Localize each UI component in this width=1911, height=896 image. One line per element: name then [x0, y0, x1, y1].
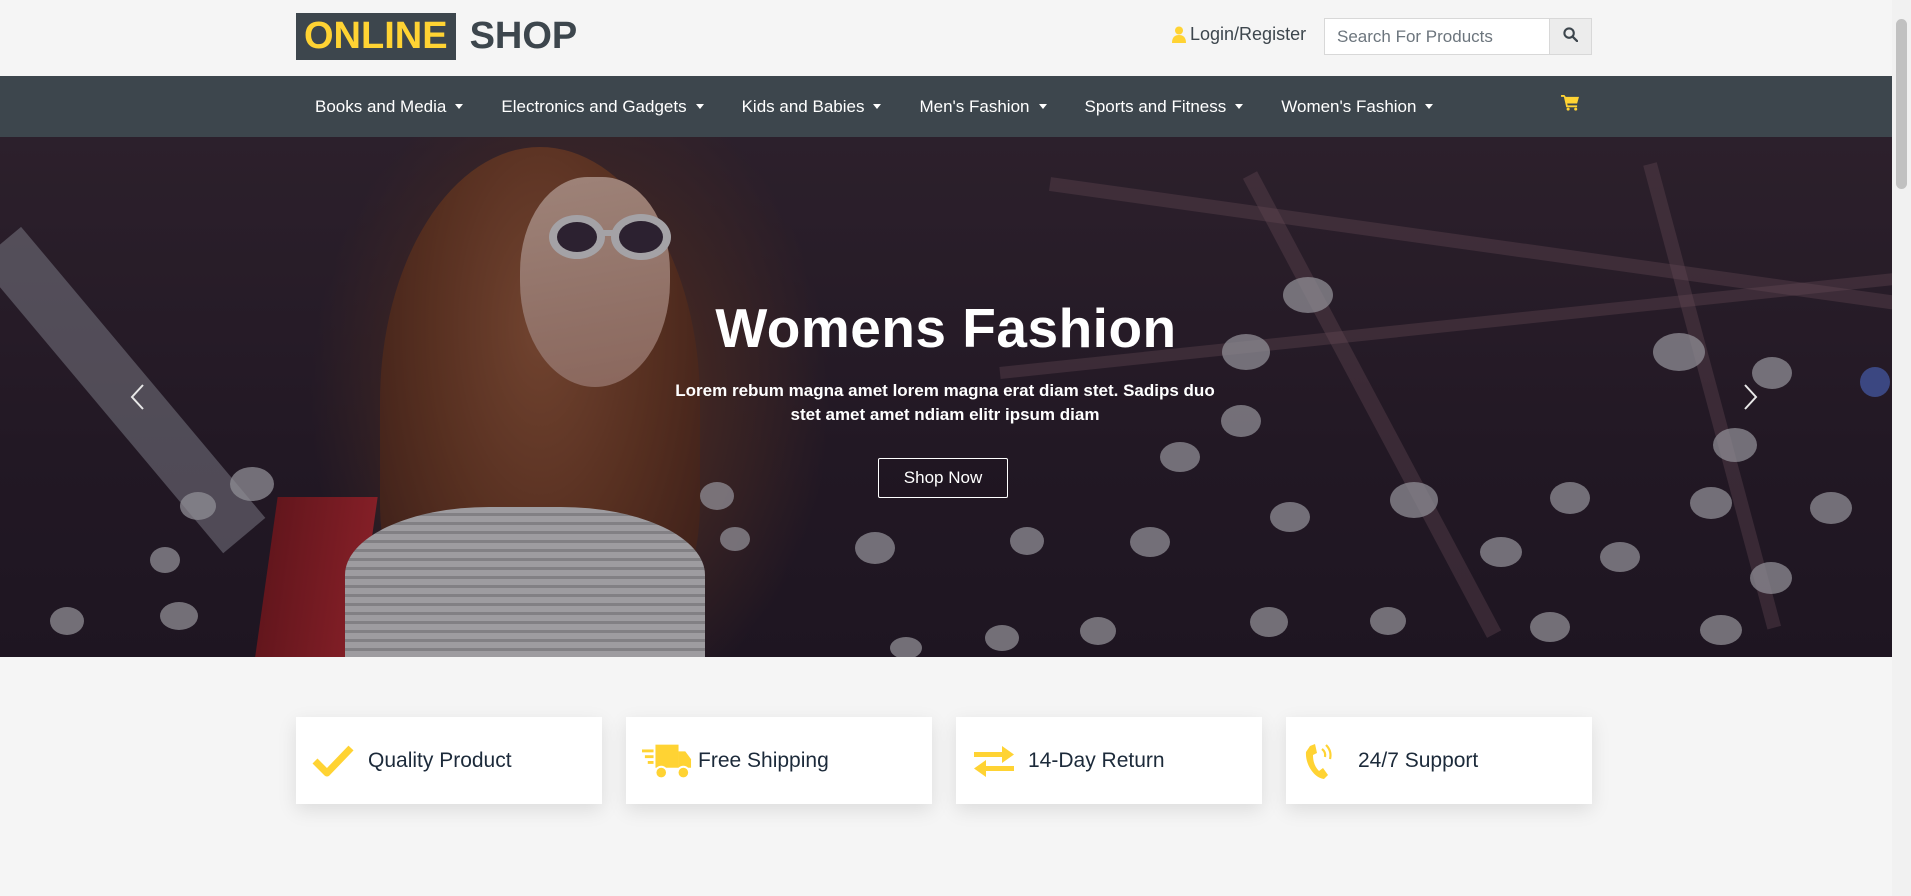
- feature-card-shipping: Free Shipping: [626, 717, 932, 804]
- nav-item-label: Electronics and Gadgets: [501, 96, 687, 116]
- phone-volume-icon: [1302, 740, 1352, 782]
- logo-shop-text: SHOP: [469, 15, 578, 57]
- hero-carousel: Womens Fashion Lorem rebum magna amet lo…: [0, 137, 1892, 657]
- login-register-label: Login/Register: [1190, 24, 1307, 44]
- nav-item-kids-and-babies[interactable]: Kids and Babies: [723, 97, 901, 117]
- shop-now-button[interactable]: Shop Now: [878, 458, 1008, 498]
- caret-down-icon: [455, 104, 464, 109]
- shopping-cart-icon[interactable]: [1561, 94, 1580, 116]
- logo-online-text: ONLINE: [296, 13, 456, 60]
- feature-label: 24/7 Support: [1358, 748, 1479, 772]
- carousel-prev-arrow-icon[interactable]: [123, 377, 153, 417]
- features-row: Quality Product Free Shipping 14-Day Ret…: [296, 717, 1592, 804]
- nav-menu: Books and Media Electronics and Gadgets …: [296, 76, 1452, 137]
- nav-item-sports-and-fitness[interactable]: Sports and Fitness: [1066, 97, 1263, 117]
- search-input[interactable]: [1324, 18, 1550, 55]
- exchange-arrows-icon: [972, 744, 1022, 778]
- page-scrollbar[interactable]: [1892, 0, 1911, 896]
- category-navbar: Books and Media Electronics and Gadgets …: [0, 76, 1892, 137]
- feature-card-return: 14-Day Return: [956, 717, 1262, 804]
- hero-description: Lorem rebum magna amet lorem magna erat …: [675, 381, 1215, 424]
- feature-card-support: 24/7 Support: [1286, 717, 1592, 804]
- check-icon: [312, 744, 362, 778]
- carousel-next-arrow-icon[interactable]: [1735, 377, 1765, 417]
- search-form: [1324, 18, 1592, 55]
- user-icon: [1172, 26, 1186, 43]
- hero-title: Womens Fashion: [715, 297, 1177, 359]
- site-logo[interactable]: ONLINE SHOP: [296, 13, 577, 60]
- nav-item-label: Women's Fashion: [1281, 96, 1417, 116]
- nav-item-womens-fashion[interactable]: Women's Fashion: [1262, 97, 1452, 117]
- nav-item-label: Sports and Fitness: [1084, 96, 1227, 116]
- nav-item-electronics-and-gadgets[interactable]: Electronics and Gadgets: [482, 97, 722, 117]
- feature-label: Free Shipping: [698, 748, 829, 772]
- feature-label: Quality Product: [368, 748, 512, 772]
- nav-item-books-and-media[interactable]: Books and Media: [296, 97, 482, 117]
- scrollbar-thumb[interactable]: [1896, 19, 1907, 189]
- login-register-link[interactable]: Login/Register: [1172, 24, 1306, 45]
- shipping-truck-icon: [642, 741, 692, 781]
- caret-down-icon: [1425, 104, 1434, 109]
- nav-item-mens-fashion[interactable]: Men's Fashion: [900, 97, 1065, 117]
- nav-item-label: Men's Fashion: [919, 96, 1030, 116]
- nav-item-label: Books and Media: [315, 96, 447, 116]
- search-button[interactable]: [1550, 18, 1592, 55]
- hero-caption: Womens Fashion Lorem rebum magna amet lo…: [0, 137, 1892, 657]
- caret-down-icon: [873, 104, 882, 109]
- feature-label: 14-Day Return: [1028, 748, 1165, 772]
- nav-item-label: Kids and Babies: [741, 96, 865, 116]
- top-bar: ONLINE SHOP Login/Register: [0, 0, 1892, 76]
- caret-down-icon: [1235, 104, 1244, 109]
- feature-card-quality: Quality Product: [296, 717, 602, 804]
- caret-down-icon: [695, 104, 704, 109]
- search-icon: [1563, 26, 1579, 47]
- caret-down-icon: [1038, 104, 1047, 109]
